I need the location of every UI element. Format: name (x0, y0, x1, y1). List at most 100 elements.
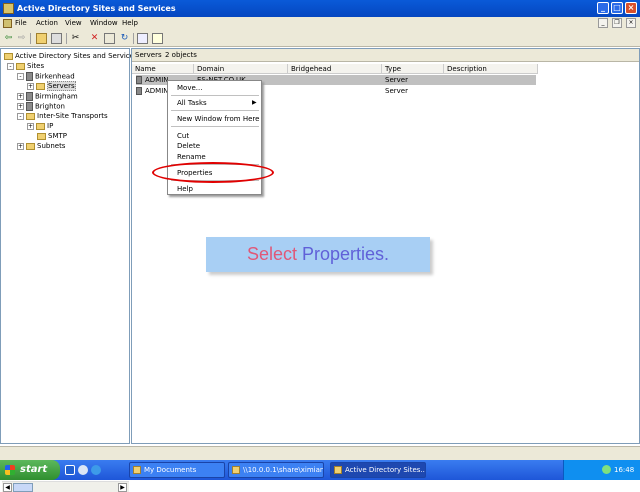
menu-item-move[interactable]: Move... (177, 84, 202, 92)
desktop-icon[interactable] (65, 465, 75, 475)
tree-root[interactable]: Active Directory Sites and Services [a (4, 52, 147, 60)
expand-icon[interactable]: + (17, 103, 24, 110)
hint-word-2: Properties. (302, 244, 390, 264)
row-name: ADMIN (145, 76, 169, 84)
app-icon (334, 466, 342, 474)
taskbar: start My Documents \\10.0.0.1\share\ximi… (0, 460, 640, 480)
site-icon (26, 92, 33, 101)
column-domain[interactable]: Domain (194, 64, 288, 74)
task-label: \\10.0.0.1\share\ximian (243, 466, 324, 474)
show-tree-icon[interactable] (51, 33, 62, 44)
collapse-icon[interactable]: - (17, 73, 24, 80)
collapse-icon[interactable]: - (17, 112, 24, 120)
folder-icon (16, 62, 25, 70)
close-button[interactable]: × (625, 2, 637, 14)
tree-node-subnets[interactable]: + Subnets (17, 142, 65, 150)
minimize-button[interactable]: _ (597, 2, 609, 14)
menu-item-rename[interactable]: Rename (177, 153, 206, 161)
hint-word-1: Select (246, 244, 297, 264)
window-title: Active Directory Sites and Services (17, 4, 176, 13)
task-my-documents[interactable]: My Documents (129, 462, 225, 478)
task-active-directory[interactable]: Active Directory Sites... (330, 462, 426, 478)
folder-icon (133, 466, 141, 474)
properties-icon[interactable] (104, 33, 115, 44)
menu-view[interactable]: View (65, 19, 82, 27)
windows-logo-icon (5, 465, 15, 475)
menu-bar: File Action View Window Help _ ❐ × (0, 17, 640, 30)
expand-icon[interactable]: + (17, 142, 24, 150)
child-minimize-button[interactable]: _ (598, 18, 608, 28)
site-icon (26, 72, 33, 81)
details-title: Servers (135, 51, 162, 59)
menu-window[interactable]: Window (90, 19, 118, 27)
cut-icon[interactable]: ✂ (70, 33, 81, 44)
folder-icon (26, 112, 35, 120)
column-bridgehead[interactable]: Bridgehead (288, 64, 382, 74)
tree-pane: Active Directory Sites and Services [a -… (0, 48, 147, 492)
menu-action[interactable]: Action (36, 19, 58, 27)
task-label: My Documents (144, 466, 197, 474)
tree-horizontal-scrollbar[interactable]: ◀ ▶ (2, 481, 129, 492)
network-icon[interactable] (602, 465, 611, 474)
scroll-thumb[interactable] (13, 483, 33, 492)
expand-icon[interactable]: + (27, 122, 34, 130)
instruction-callout: Select Properties. (206, 237, 430, 272)
task-label: Active Directory Sites... (345, 466, 426, 474)
tree-node-brighton[interactable]: + Brighton (17, 102, 65, 111)
tree-node-birmingham[interactable]: + Birmingham (17, 92, 78, 101)
refresh-icon[interactable]: ↻ (119, 33, 130, 44)
highlight-oval (152, 162, 274, 183)
menu-item-help[interactable]: Help (177, 185, 193, 193)
tree-node-servers[interactable]: + Servers (27, 81, 76, 91)
menu-item-new-window[interactable]: New Window from Here (177, 115, 259, 123)
row-name: ADMIN (145, 87, 169, 95)
child-close-button[interactable]: × (626, 18, 636, 28)
menu-help[interactable]: Help (122, 19, 138, 27)
menu-item-cut[interactable]: Cut (177, 132, 189, 140)
help-icon[interactable] (152, 33, 163, 44)
up-folder-icon[interactable] (36, 33, 47, 44)
expand-icon[interactable]: + (27, 82, 34, 90)
collapse-icon[interactable]: - (7, 62, 14, 70)
system-tray: 16:48 (563, 460, 640, 480)
tree-node-birkenhead[interactable]: - Birkenhead (17, 72, 75, 81)
child-restore-button[interactable]: ❐ (612, 18, 622, 28)
column-description[interactable]: Description (444, 64, 538, 74)
internet-explorer-icon[interactable] (91, 465, 101, 475)
folder-icon (232, 466, 240, 474)
tree-node-sites[interactable]: - Sites (7, 62, 44, 70)
start-button[interactable]: start (0, 460, 60, 480)
console-icon (3, 19, 12, 28)
scroll-right-icon[interactable]: ▶ (118, 483, 127, 492)
column-type[interactable]: Type (382, 64, 444, 74)
toolbar: ⇦ ⇨ ✂ ✕ ↻ (0, 30, 640, 47)
forward-icon[interactable]: ⇨ (16, 33, 27, 44)
folder-icon (36, 82, 45, 90)
folder-icon (36, 122, 45, 130)
scroll-left-icon[interactable]: ◀ (3, 483, 12, 492)
clock: 16:48 (614, 466, 635, 474)
task-share-folder[interactable]: \\10.0.0.1\share\ximian (228, 462, 324, 478)
menu-file[interactable]: File (15, 19, 27, 27)
tree-node-ip[interactable]: + IP (27, 122, 53, 130)
submenu-arrow-icon: ▶ (252, 99, 257, 106)
delete-icon[interactable]: ✕ (89, 33, 100, 44)
row-type: Server (385, 87, 408, 95)
menu-item-all-tasks[interactable]: All Tasks (177, 99, 207, 107)
server-icon (136, 76, 142, 84)
app-icon (3, 3, 14, 14)
menu-item-delete[interactable]: Delete (177, 142, 200, 150)
row-type: Server (385, 76, 408, 84)
start-label: start (20, 464, 48, 475)
browser-icon[interactable] (78, 465, 88, 475)
export-list-icon[interactable] (137, 33, 148, 44)
tree-node-inter-site-transports[interactable]: - Inter-Site Transports (17, 112, 108, 120)
column-name[interactable]: Name (132, 64, 194, 74)
site-icon (26, 102, 33, 111)
back-icon[interactable]: ⇦ (3, 33, 14, 44)
tree-node-smtp[interactable]: SMTP (37, 132, 67, 140)
object-count: 2 objects (165, 51, 197, 59)
maximize-button[interactable]: □ (611, 2, 623, 14)
expand-icon[interactable]: + (17, 93, 24, 100)
server-icon (136, 87, 142, 95)
